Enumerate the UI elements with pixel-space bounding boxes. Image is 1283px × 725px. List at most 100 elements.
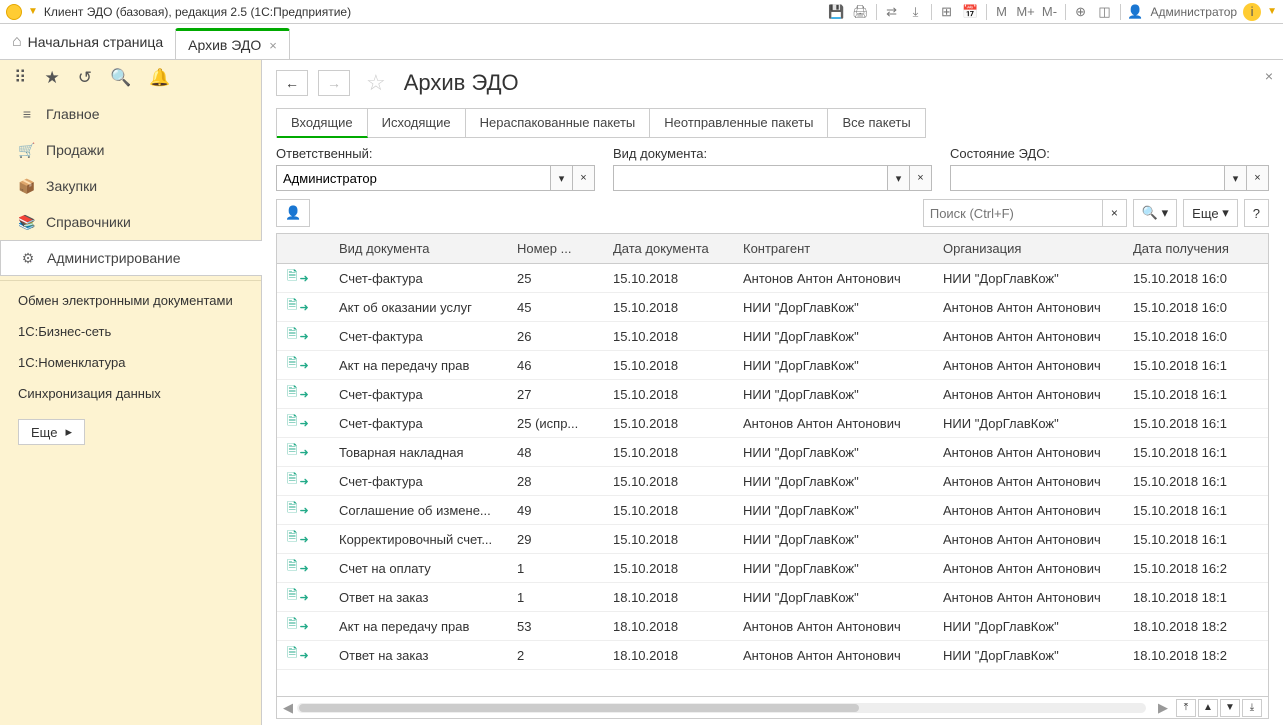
favorite-star-icon[interactable]: ☆ [366,70,386,96]
windows-icon[interactable]: ◫ [1096,3,1114,21]
filter-doctype-input[interactable] [613,165,888,191]
sidebar-item-catalogs[interactable]: 📚Справочники [0,204,261,240]
cell-num: 53 [507,619,603,634]
more-actions-button[interactable]: Еще ▾ [1183,199,1238,227]
subtab-outgoing[interactable]: Исходящие [368,109,466,137]
scroll-top-icon[interactable]: ⤒ [1176,699,1196,717]
col-type[interactable]: Вид документа [329,241,507,256]
favorites-icon[interactable]: ★ [44,68,59,88]
table-row[interactable]: 🗎➜Корректировочный счет...2915.10.2018НИ… [277,525,1268,554]
calendar-icon[interactable]: 📅 [962,3,980,21]
info-dropdown-icon[interactable]: ▼ [1267,6,1277,17]
close-icon[interactable]: × [269,38,277,53]
memory-mminus-icon[interactable]: M- [1041,3,1059,21]
filter-status-input[interactable] [950,165,1225,191]
zoom-icon[interactable]: ⊕ [1072,3,1090,21]
app-menu-dropdown-icon[interactable]: ▼ [28,6,38,17]
scroll-bottom-icon[interactable]: ⤓ [1242,699,1262,717]
app-title: Клиент ЭДО (базовая), редакция 2.5 (1С:П… [44,5,351,19]
document-icon: 🗎 [287,644,297,666]
dropdown-icon[interactable]: ▾ [551,165,573,191]
tab-home[interactable]: ⌂ Начальная страница [0,24,175,59]
sidebar-link-nomen[interactable]: 1С:Номенклатура [0,347,261,378]
history-icon[interactable]: ↺ [78,68,92,88]
home-icon: ⌂ [12,33,22,51]
cell-contr: НИИ "ДорГлавКож" [733,561,933,576]
table-row[interactable]: 🗎➜Счет на оплату115.10.2018НИИ "ДорГлавК… [277,554,1268,583]
sidebar-link-biznet[interactable]: 1С:Бизнес-сеть [0,316,261,347]
content-close-icon[interactable]: × [1265,68,1273,84]
col-org[interactable]: Организация [933,241,1123,256]
info-icon[interactable]: i [1243,3,1261,21]
export-icon[interactable]: ⤓ [907,3,925,21]
filter-responsible-input[interactable] [276,165,551,191]
table-row[interactable]: 🗎➜Акт на передачу прав5318.10.2018Антоно… [277,612,1268,641]
memory-mplus-icon[interactable]: M+ [1017,3,1035,21]
clear-icon[interactable]: × [573,165,595,191]
cell-type: Товарная накладная [329,445,507,460]
scroll-right-icon[interactable]: ▶ [1158,700,1168,716]
save-icon[interactable]: 💾 [828,3,846,21]
table-row[interactable]: 🗎➜Счет-фактура2815.10.2018НИИ "ДорГлавКо… [277,467,1268,496]
search-input[interactable] [923,199,1103,227]
nav-back-button[interactable]: ← [276,70,308,96]
incoming-arrow-icon: ➜ [299,620,308,633]
advanced-search-button[interactable]: 🔍 ▾ [1133,199,1177,227]
col-date[interactable]: Дата документа [603,241,733,256]
sidebar-more-button[interactable]: Еще▸ [18,419,85,445]
compare-icon[interactable]: ⇄ [883,3,901,21]
search-clear-icon[interactable]: × [1103,199,1127,227]
scroll-down-icon[interactable]: ▼ [1220,699,1240,717]
document-icon: 🗎 [287,470,297,492]
nav-forward-button[interactable]: → [318,70,350,96]
scroll-up-icon[interactable]: ▲ [1198,699,1218,717]
help-button[interactable]: ? [1244,199,1269,227]
table-row[interactable]: 🗎➜Акт на передачу прав4615.10.2018НИИ "Д… [277,351,1268,380]
clear-icon[interactable]: × [910,165,932,191]
col-recv[interactable]: Дата получения [1123,241,1268,256]
calc-icon[interactable]: ⊞ [938,3,956,21]
cell-recv: 15.10.2018 16:1 [1123,387,1268,402]
dropdown-icon[interactable]: ▾ [888,165,910,191]
dropdown-icon[interactable]: ▾ [1225,165,1247,191]
table-row[interactable]: 🗎➜Акт об оказании услуг4515.10.2018НИИ "… [277,293,1268,322]
current-user[interactable]: Администратор [1151,5,1238,19]
memory-m-icon[interactable]: M [993,3,1011,21]
cell-type: Акт об оказании услуг [329,300,507,315]
table-row[interactable]: 🗎➜Ответ на заказ118.10.2018НИИ "ДорГлавК… [277,583,1268,612]
sidebar-item-main[interactable]: ≡Главное [0,96,261,132]
search-icon[interactable]: 🔍 [110,68,131,88]
print-icon[interactable]: 🖨 [852,3,870,21]
cell-type: Соглашение об измене... [329,503,507,518]
document-icon: 🗎 [287,528,297,550]
document-icon: 🗎 [287,296,297,318]
subtab-all[interactable]: Все пакеты [828,109,924,137]
cell-num: 25 [507,271,603,286]
sidebar-link-exchange[interactable]: Обмен электронными документами [0,285,261,316]
table-row[interactable]: 🗎➜Счет-фактура2615.10.2018НИИ "ДорГлавКо… [277,322,1268,351]
cell-date: 15.10.2018 [603,503,733,518]
col-num[interactable]: Номер ... [507,241,603,256]
clear-icon[interactable]: × [1247,165,1269,191]
table-row[interactable]: 🗎➜Счет-фактура2515.10.2018Антонов Антон … [277,264,1268,293]
sidebar-link-sync[interactable]: Синхронизация данных [0,378,261,409]
sidebar-item-purchases[interactable]: 📦Закупки [0,168,261,204]
col-contr[interactable]: Контрагент [733,241,933,256]
scroll-left-icon[interactable]: ◀ [283,700,293,716]
table-row[interactable]: 🗎➜Ответ на заказ218.10.2018Антонов Антон… [277,641,1268,670]
set-responsible-button[interactable]: 👤 [276,199,310,227]
subtab-unsent[interactable]: Неотправленные пакеты [650,109,828,137]
subtab-unpacked[interactable]: Нераспакованные пакеты [466,109,651,137]
subtab-incoming[interactable]: Входящие [277,109,368,138]
tab-archive[interactable]: Архив ЭДО × [175,28,290,59]
notifications-icon[interactable]: 🔔 [149,68,170,88]
menu-grid-icon[interactable]: ⠿ [14,68,26,88]
user-icon: 👤 [1127,3,1145,21]
sidebar-item-admin[interactable]: ⚙Администрирование [0,240,262,276]
table-row[interactable]: 🗎➜Соглашение об измене...4915.10.2018НИИ… [277,496,1268,525]
table-row[interactable]: 🗎➜Товарная накладная4815.10.2018НИИ "Дор… [277,438,1268,467]
table-row[interactable]: 🗎➜Счет-фактура2715.10.2018НИИ "ДорГлавКо… [277,380,1268,409]
table-row[interactable]: 🗎➜Счет-фактура25 (испр...15.10.2018Антон… [277,409,1268,438]
sidebar-item-sales[interactable]: 🛒Продажи [0,132,261,168]
horizontal-scrollbar[interactable] [297,703,1146,713]
